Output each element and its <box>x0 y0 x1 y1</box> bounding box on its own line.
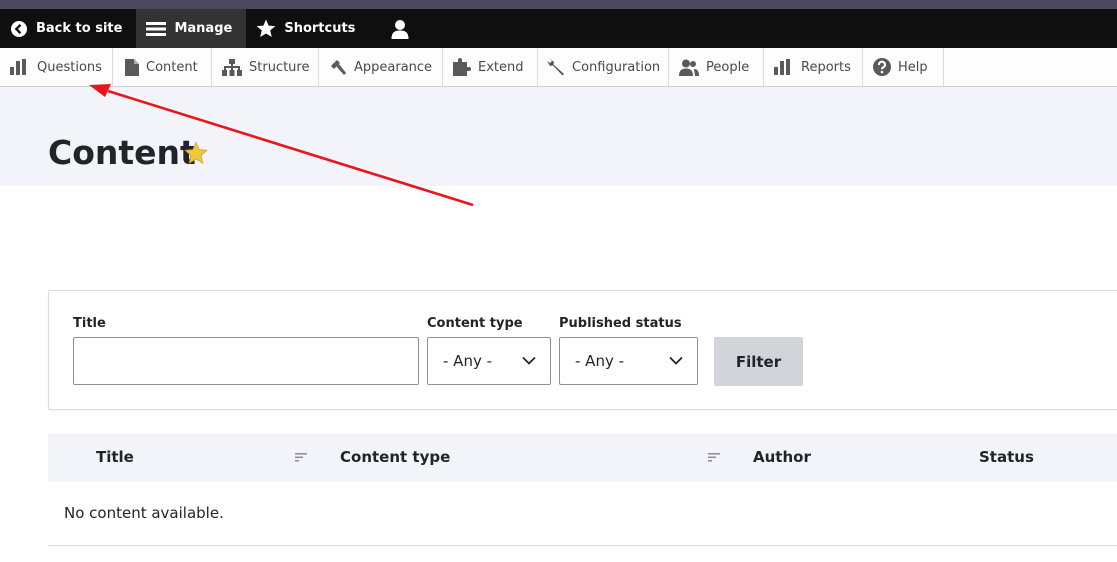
people-icon <box>679 59 699 76</box>
tray-item-label: People <box>706 59 750 75</box>
title-filter-input[interactable] <box>73 337 419 385</box>
tray-item-help[interactable]: Help <box>863 48 944 86</box>
page-title: Content <box>48 133 196 172</box>
tray-item-label: Content <box>146 59 198 75</box>
tray-item-people[interactable]: People <box>669 48 764 86</box>
column-header-content-type[interactable]: Content type <box>340 448 450 466</box>
user-icon <box>391 19 409 39</box>
tray-item-content[interactable]: Content <box>113 48 212 86</box>
star-icon <box>256 19 276 37</box>
tray-item-structure[interactable]: Structure <box>212 48 319 86</box>
help-icon <box>873 58 891 76</box>
published-status-select-value: - Any - <box>575 352 625 370</box>
sort-icon[interactable] <box>708 453 720 462</box>
window-top-strip <box>0 0 1117 9</box>
document-icon <box>125 58 139 76</box>
tray-item-label: Extend <box>478 59 524 75</box>
content-type-select[interactable]: - Any - <box>427 337 551 385</box>
shortcuts-tab[interactable]: Shortcuts <box>246 9 369 48</box>
tray-item-extend[interactable]: Extend <box>443 48 538 86</box>
admin-tray: Questions Content Structure Appearance E… <box>0 48 1117 87</box>
back-arrow-icon <box>11 20 27 37</box>
chevron-down-icon <box>669 356 683 365</box>
tray-item-label: Questions <box>37 59 102 75</box>
manage-label: Manage <box>174 21 233 36</box>
tray-item-configuration[interactable]: Configuration <box>538 48 669 86</box>
user-tab[interactable] <box>369 9 432 48</box>
shortcuts-label: Shortcuts <box>284 21 356 36</box>
tray-item-reports[interactable]: Reports <box>764 48 863 86</box>
content-type-select-value: - Any - <box>443 352 493 370</box>
shortcut-star-icon[interactable] <box>184 141 208 165</box>
published-status-filter-label: Published status <box>559 316 682 331</box>
content-type-filter-label: Content type <box>427 316 523 331</box>
sitemap-icon <box>222 58 242 76</box>
tray-item-appearance[interactable]: Appearance <box>319 48 443 86</box>
hamburger-icon <box>146 21 167 36</box>
title-filter-label: Title <box>73 316 106 331</box>
tray-item-label: Help <box>898 59 928 75</box>
column-header-author[interactable]: Author <box>753 448 811 466</box>
wrench-icon <box>547 58 564 76</box>
puzzle-icon <box>453 58 471 76</box>
table-row: No content available. <box>48 482 1117 546</box>
back-to-site-link[interactable]: Back to site <box>0 9 136 48</box>
tray-item-label: Structure <box>249 59 310 75</box>
column-header-title[interactable]: Title <box>96 448 134 466</box>
manage-tab[interactable]: Manage <box>136 9 247 48</box>
bar-chart-icon <box>10 59 26 75</box>
column-header-status[interactable]: Status <box>979 448 1034 466</box>
empty-message: No content available. <box>64 504 224 522</box>
tray-item-label: Reports <box>801 59 851 75</box>
tray-item-label: Configuration <box>572 59 661 75</box>
tray-item-label: Appearance <box>354 59 433 75</box>
bar-chart-icon <box>774 59 790 75</box>
table-header: Title Content type Author Status <box>48 434 1117 482</box>
brush-icon <box>331 60 346 75</box>
tray-item-questions[interactable]: Questions <box>0 48 113 86</box>
sort-icon[interactable] <box>295 453 307 462</box>
filter-button[interactable]: Filter <box>714 337 803 386</box>
published-status-select[interactable]: - Any - <box>559 337 698 385</box>
chevron-down-icon <box>522 356 536 365</box>
back-to-site-label: Back to site <box>36 21 123 36</box>
admin-toolbar: Back to site Manage Shortcuts <box>0 9 1117 48</box>
